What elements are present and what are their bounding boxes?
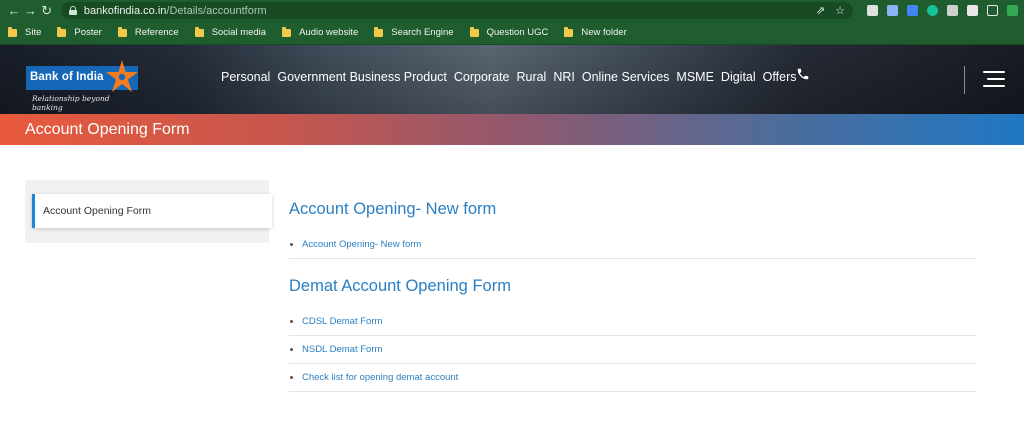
header-divider xyxy=(964,66,965,94)
hamburger-menu-icon[interactable] xyxy=(983,71,1005,87)
nav-item-government-business-product[interactable]: Government Business Product xyxy=(277,70,447,84)
page-title-banner: Account Opening Form xyxy=(0,114,1024,145)
bullet-icon xyxy=(290,376,293,379)
list-item: CDSL Demat Form xyxy=(289,308,976,336)
bookmark-item[interactable]: Question UGC xyxy=(469,26,548,38)
folder-icon xyxy=(194,26,204,37)
bookmark-item[interactable]: Reference xyxy=(117,26,179,38)
url-domain: bankofindia.co.in xyxy=(83,4,167,17)
browser-toolbar: ← → ↻ bankofindia.co.in/Details/accountf… xyxy=(0,0,1024,21)
phone-icon[interactable] xyxy=(796,67,810,81)
link-demat-checklist[interactable]: Check list for opening demat account xyxy=(302,372,458,383)
list-item: NSDL Demat Form xyxy=(289,336,976,364)
list-item: Check list for opening demat account xyxy=(289,364,976,392)
sidebar: Account Opening Form xyxy=(25,180,272,243)
logo-text: Bank of India xyxy=(30,71,104,83)
link-account-opening-new-form[interactable]: Account Opening- New form xyxy=(302,239,421,250)
bullet-icon xyxy=(290,320,293,323)
bullet-icon xyxy=(290,243,293,246)
link-cdsl-demat-form[interactable]: CDSL Demat Form xyxy=(302,316,382,327)
extension-tray xyxy=(867,5,1018,16)
folder-icon xyxy=(57,26,67,37)
puzzle-icon[interactable] xyxy=(967,5,978,16)
nav-item-digital[interactable]: Digital xyxy=(721,70,756,84)
extension-icon[interactable] xyxy=(867,5,878,16)
sidebar-item-account-opening-form[interactable]: Account Opening Form xyxy=(32,194,272,228)
bookmark-item[interactable]: Search Engine xyxy=(374,26,454,38)
bookmark-item[interactable]: Poster xyxy=(57,26,102,38)
forward-arrow-icon[interactable]: → xyxy=(22,3,38,18)
extension-icon[interactable] xyxy=(887,5,898,16)
bookmark-item[interactable]: Audio website xyxy=(282,26,358,38)
back-arrow-icon[interactable]: ← xyxy=(6,3,22,18)
page-title: Account Opening Form xyxy=(25,120,190,138)
lock-icon xyxy=(68,6,77,15)
page-content: Account Opening Form Account Opening- Ne… xyxy=(0,145,1024,420)
folder-icon xyxy=(469,26,479,37)
nav-item-offers[interactable]: Offers xyxy=(763,70,797,84)
folder-icon xyxy=(374,26,384,37)
bookmarks-bar: Site Poster Reference Social media Audio… xyxy=(0,21,1024,45)
nav-item-msme[interactable]: MSME xyxy=(676,70,714,84)
folder-icon xyxy=(117,26,127,37)
nav-item-corporate[interactable]: Corporate xyxy=(454,70,510,84)
profile-icon[interactable] xyxy=(1007,5,1018,16)
nav-item-rural[interactable]: Rural xyxy=(516,70,546,84)
star-logo-icon xyxy=(106,60,138,92)
nav-item-online-services[interactable]: Online Services xyxy=(582,70,670,84)
main-nav: Personal Government Business Product Cor… xyxy=(221,70,796,84)
url-path: /Details/accountform xyxy=(166,4,267,17)
link-nsdl-demat-form[interactable]: NSDL Demat Form xyxy=(302,344,382,355)
section-title-new-form: Account Opening- New form xyxy=(289,200,497,218)
grammarly-extension-icon[interactable] xyxy=(927,5,938,16)
folder-icon xyxy=(564,26,574,37)
folder-icon xyxy=(282,26,292,37)
bookmark-item[interactable]: New folder xyxy=(564,26,627,38)
address-bar[interactable]: bankofindia.co.in/Details/accountform ⇗ … xyxy=(60,2,853,19)
folder-icon xyxy=(8,26,17,37)
bullet-icon xyxy=(290,348,293,351)
reload-icon[interactable]: ↻ xyxy=(39,3,55,19)
bookmark-star-icon[interactable]: ☆ xyxy=(835,4,845,17)
nav-item-personal[interactable]: Personal xyxy=(221,70,270,84)
main-content: Account Opening- New form Account Openin… xyxy=(289,200,976,392)
list-item: Account Opening- New form xyxy=(289,231,976,259)
bookmark-item[interactable]: Social media xyxy=(194,26,266,38)
site-header: Bank of India Relationship beyond bankin… xyxy=(0,45,1024,114)
share-icon[interactable]: ⇗ xyxy=(816,4,825,17)
section-title-demat: Demat Account Opening Form xyxy=(289,277,511,295)
translate-extension-icon[interactable] xyxy=(907,5,918,16)
mail-extension-icon[interactable] xyxy=(947,5,958,16)
bookmark-item[interactable]: Site xyxy=(8,26,41,38)
logo-tagline: Relationship beyond banking xyxy=(32,94,110,112)
nav-item-nri[interactable]: NRI xyxy=(553,70,575,84)
side-panel-icon[interactable] xyxy=(987,5,998,16)
bank-logo[interactable]: Bank of India Relationship beyond bankin… xyxy=(26,60,138,112)
